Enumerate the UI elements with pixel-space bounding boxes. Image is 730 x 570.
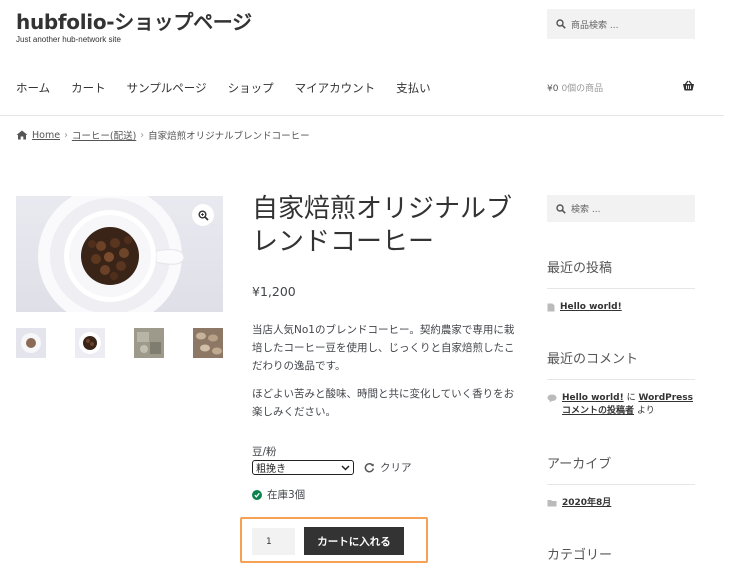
recent-post-link[interactable]: Hello world! — [560, 301, 622, 314]
nav-item-shop[interactable]: ショップ — [228, 80, 274, 96]
breadcrumb-separator: › — [64, 129, 68, 141]
archive-link[interactable]: 2020年8月 — [562, 497, 611, 510]
product-thumbnails — [16, 328, 252, 358]
basket-icon[interactable] — [682, 80, 695, 92]
variation-select[interactable]: 粗挽き — [252, 460, 354, 475]
clear-label: クリア — [380, 462, 412, 474]
recent-post-item: Hello world! — [547, 301, 622, 314]
cart-amount: ¥0 — [547, 84, 559, 94]
categories-heading: カテゴリー — [547, 548, 613, 563]
add-to-cart-button[interactable]: カートに入れる — [304, 527, 404, 555]
product-description-2: ほどよい苦みと酸味、時間と共に変化していく香りをお楽しみください。 — [252, 388, 515, 418]
document-icon — [547, 303, 555, 312]
quantity-input[interactable]: 1 — [252, 528, 295, 555]
archive-item: 2020年8月 — [547, 497, 611, 510]
thumbnail-3[interactable] — [134, 328, 164, 358]
nav-item-checkout[interactable]: 支払い — [396, 80, 431, 96]
breadcrumb-category[interactable]: コーヒー(配送) — [72, 128, 136, 142]
cart-count: 0個の商品 — [561, 84, 604, 94]
variation-selected-value: 粗挽き — [256, 464, 286, 475]
archives-heading: アーカイブ — [547, 457, 612, 472]
sidebar-divider — [547, 288, 695, 289]
sidebar-search-input[interactable]: 検索 ... — [547, 195, 695, 222]
stock-text: 在庫3個 — [267, 489, 306, 501]
folder-icon — [547, 500, 557, 507]
zoom-icon[interactable] — [192, 204, 214, 226]
site-tagline: Just another hub-network site — [16, 35, 121, 44]
refresh-icon — [364, 462, 375, 473]
sidebar-search-placeholder: 検索 ... — [571, 205, 601, 215]
search-icon — [556, 19, 566, 29]
product-title: 自家焙煎オリジナルブレンドコーヒー — [252, 194, 513, 257]
comment-icon — [547, 394, 557, 403]
thumbnail-1[interactable] — [16, 328, 46, 358]
recent-comments-heading: 最近のコメント — [547, 352, 639, 367]
comment-connector: に — [626, 393, 636, 403]
recent-comment-text: Hello world! に WordPress コメントの投稿者 より — [562, 392, 697, 418]
clear-variation-link[interactable]: クリア — [364, 460, 412, 475]
search-placeholder: 商品検索 ... — [571, 20, 619, 31]
recent-posts-heading: 最近の投稿 — [547, 261, 613, 276]
chevron-down-icon — [341, 464, 350, 471]
breadcrumb-current: 自家焙煎オリジナルブレンドコーヒー — [148, 131, 310, 142]
recent-comment-item: Hello world! に WordPress コメントの投稿者 より — [547, 392, 697, 418]
nav-item-cart[interactable]: カート — [71, 80, 106, 96]
thumbnail-2[interactable] — [75, 328, 105, 358]
nav-item-home[interactable]: ホーム — [16, 80, 50, 96]
product-description-1: 当店人気No1のブレンドコーヒー。契約農家で専用に栽培したコーヒー豆を使用し、じ… — [252, 324, 515, 372]
thumbnail-4[interactable] — [193, 328, 223, 358]
product-search-input[interactable]: 商品検索 ... — [547, 9, 695, 39]
stock-status: 在庫3個 — [252, 487, 305, 502]
nav-item-sample-page[interactable]: サンプルページ — [127, 80, 207, 96]
comment-post-link[interactable]: Hello world! — [562, 393, 624, 403]
sidebar-divider — [547, 484, 695, 485]
nav-item-my-account[interactable]: マイアカウント — [295, 80, 376, 96]
sidebar-divider — [547, 379, 695, 380]
breadcrumb-separator: › — [140, 129, 145, 141]
comment-suffix: より — [636, 406, 655, 416]
product-price: ¥1,200 — [252, 284, 296, 299]
breadcrumb-home[interactable]: Home — [32, 130, 60, 141]
main-nav: ホーム カート サンプルページ ショップ マイアカウント 支払い — [16, 80, 452, 96]
home-icon — [16, 130, 28, 140]
breadcrumb: Home › コーヒー(配送) › 自家焙煎オリジナルブレンドコーヒー — [16, 128, 310, 142]
header-divider — [0, 115, 724, 116]
header-cart-link[interactable]: ¥0 0個の商品 — [547, 81, 603, 94]
site-title[interactable]: hubfolio-ショップページ — [16, 6, 252, 35]
search-icon — [556, 203, 566, 214]
check-circle-icon — [252, 489, 262, 500]
variation-label: 豆/粉 — [252, 446, 277, 458]
